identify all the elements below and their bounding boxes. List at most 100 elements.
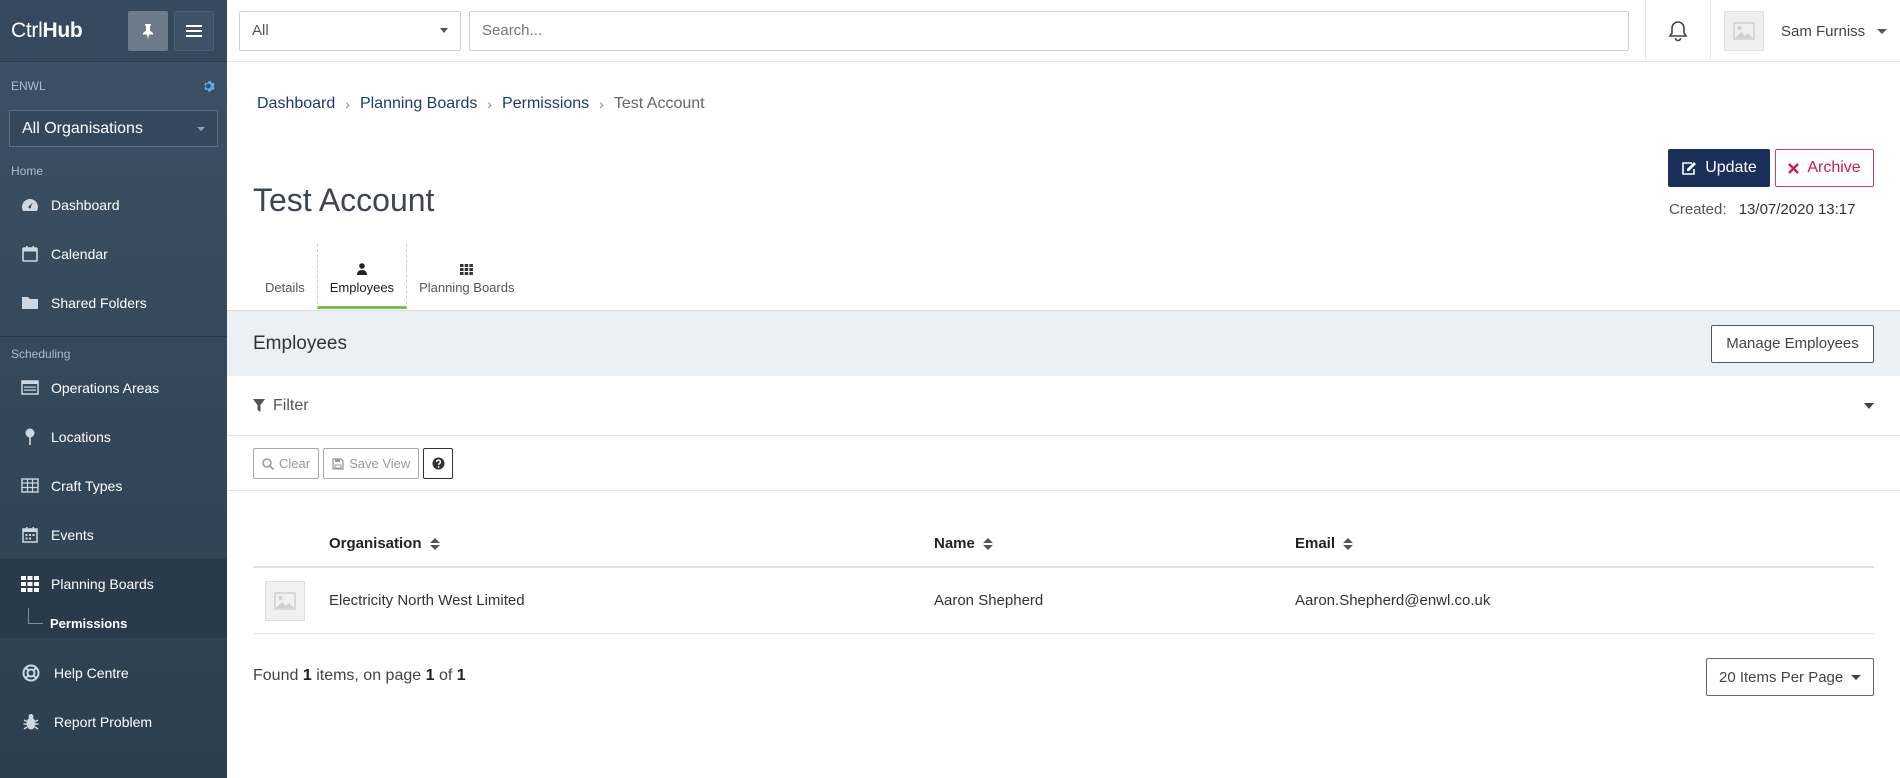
filter-toggle[interactable]: Filter (227, 376, 1900, 436)
section-label-scheduling: Scheduling (11, 347, 71, 361)
table-cell-name: Aaron Shepherd (934, 592, 1044, 609)
sidebar-item-operations-areas[interactable]: Operations Areas (0, 363, 227, 412)
notifications-button[interactable] (1645, 0, 1711, 62)
manage-employees-button[interactable]: Manage Employees (1711, 324, 1874, 363)
page-current: 1 (425, 667, 435, 684)
user-name: Sam Furniss (1781, 22, 1866, 40)
logo-text-bold: Hub (42, 18, 83, 42)
top-bar: All Sam Furniss (227, 0, 1900, 62)
archive-button[interactable]: Archive (1775, 149, 1874, 187)
page-total: 1 (456, 667, 466, 684)
sidebar-item-planning-boards[interactable]: Planning Boards (0, 559, 227, 608)
column-header-label: Organisation (329, 535, 422, 552)
image-placeholder-icon (274, 591, 296, 610)
tabs: Details Employees Planning Boards (253, 244, 526, 309)
chevron-right-icon: › (345, 96, 350, 112)
of-label: of (438, 667, 453, 684)
breadcrumb: Dashboard › Planning Boards › Permission… (257, 95, 705, 113)
created-value: 13/07/2020 13:17 (1738, 201, 1856, 218)
items-per-page-select[interactable]: 20 Items Per Page (1706, 658, 1874, 696)
sidebar-item-label: Operations Areas (51, 379, 160, 396)
sidebar-item-dashboard[interactable]: Dashboard (0, 180, 227, 229)
sidebar-item-report-problem[interactable]: Report Problem (0, 697, 227, 746)
chevron-down-icon (1877, 28, 1888, 34)
chevron-right-icon: › (487, 96, 493, 112)
sidebar-item-label: Shared Folders (51, 294, 147, 311)
sidebar-subitem-label: Permissions (50, 615, 128, 631)
user-menu[interactable]: Sam Furniss (1724, 0, 1888, 62)
logo-text-light: Ctrl (11, 18, 43, 42)
tab-planning-boards[interactable]: Planning Boards (407, 244, 526, 309)
question-circle-icon (432, 457, 445, 470)
user-icon (356, 263, 367, 275)
bell-icon (1668, 21, 1688, 42)
sidebar-item-help-centre[interactable]: Help Centre (0, 648, 227, 697)
created-label: Created: (1669, 201, 1727, 218)
sidebar-subitem-permissions[interactable]: Permissions (0, 608, 227, 638)
calendar-icon (22, 246, 38, 262)
column-header-label: Email (1295, 535, 1336, 552)
breadcrumb-permissions[interactable]: Permissions (502, 95, 589, 113)
chevron-down-icon (1864, 402, 1874, 409)
search-input[interactable] (469, 10, 1629, 51)
grid-icon (21, 575, 39, 592)
column-header-email[interactable]: Email (1295, 535, 1874, 552)
clear-button[interactable]: Clear (253, 448, 320, 479)
sidebar-item-label: Dashboard (51, 196, 120, 213)
main-content: Dashboard › Planning Boards › Permission… (227, 62, 1900, 778)
sidebar-item-label: Planning Boards (51, 575, 154, 592)
filter-toolbar: Clear Save View (253, 448, 454, 479)
sort-icon (1343, 538, 1354, 551)
pagination-summary: Found 1 items, on page 1 of 1 (253, 667, 466, 685)
organisation-select[interactable]: All Organisations (9, 110, 218, 147)
sidebar-item-label: Report Problem (54, 713, 153, 730)
sidebar-item-calendar[interactable]: Calendar (0, 229, 227, 278)
section-title: Employees (253, 332, 347, 354)
tab-details[interactable]: Details (253, 244, 317, 309)
sidebar-item-events[interactable]: Events (0, 510, 227, 559)
employees-table: Organisation Name Email Electricity Nort… (253, 521, 1874, 634)
created-info: Created: 13/07/2020 13:17 (1669, 201, 1856, 218)
update-button-label: Update (1705, 159, 1757, 176)
help-button[interactable] (423, 448, 454, 479)
table-cell-organisation: Electricity North West Limited (329, 592, 525, 609)
column-header-name[interactable]: Name (934, 535, 1295, 552)
chevron-right-icon: › (599, 96, 604, 112)
avatar (1724, 11, 1764, 51)
sort-icon (982, 538, 993, 551)
folder-icon (22, 297, 38, 309)
save-view-button[interactable]: Save View (323, 448, 420, 479)
tenant-label: ENWL (11, 79, 46, 93)
chevron-down-icon (1851, 674, 1861, 680)
sidebar-item-craft-types[interactable]: Craft Types (0, 461, 227, 510)
search-scope-select[interactable]: All (239, 10, 461, 51)
tab-label: Employees (329, 280, 395, 295)
gear-icon[interactable] (203, 80, 216, 93)
column-header-organisation[interactable]: Organisation (329, 535, 934, 552)
close-icon (1788, 162, 1800, 174)
pin-sidebar-button[interactable] (128, 10, 168, 51)
update-button[interactable]: Update (1668, 149, 1770, 187)
menu-toggle-button[interactable] (174, 10, 214, 51)
table-cell-avatar (253, 580, 329, 621)
save-view-button-label: Save View (349, 456, 411, 471)
tab-label: Details (265, 280, 305, 295)
map-pin-icon (25, 428, 35, 445)
filter-icon (253, 399, 265, 412)
breadcrumb-planning-boards[interactable]: Planning Boards (360, 95, 477, 113)
sidebar-item-locations[interactable]: Locations (0, 412, 227, 461)
breadcrumb-dashboard[interactable]: Dashboard (257, 95, 335, 113)
sidebar-item-shared-folders[interactable]: Shared Folders (0, 278, 227, 327)
sidebar: CtrlHub ENWL All Organisations Home Dash… (0, 0, 227, 778)
table-cell-email: Aaron.Shepherd@enwl.co.uk (1295, 592, 1491, 609)
app-logo[interactable]: CtrlHub (0, 19, 128, 43)
tab-employees[interactable]: Employees (316, 244, 408, 309)
filter-label: Filter (273, 396, 309, 414)
bug-icon (23, 713, 39, 730)
table-row[interactable]: Electricity North West Limited Aaron She… (253, 568, 1874, 634)
tenant-row: ENWL (0, 62, 227, 110)
sidebar-item-label: Help Centre (54, 664, 129, 681)
search-icon (262, 457, 274, 470)
lifebuoy-icon (22, 664, 40, 681)
breadcrumb-current: Test Account (613, 95, 705, 112)
